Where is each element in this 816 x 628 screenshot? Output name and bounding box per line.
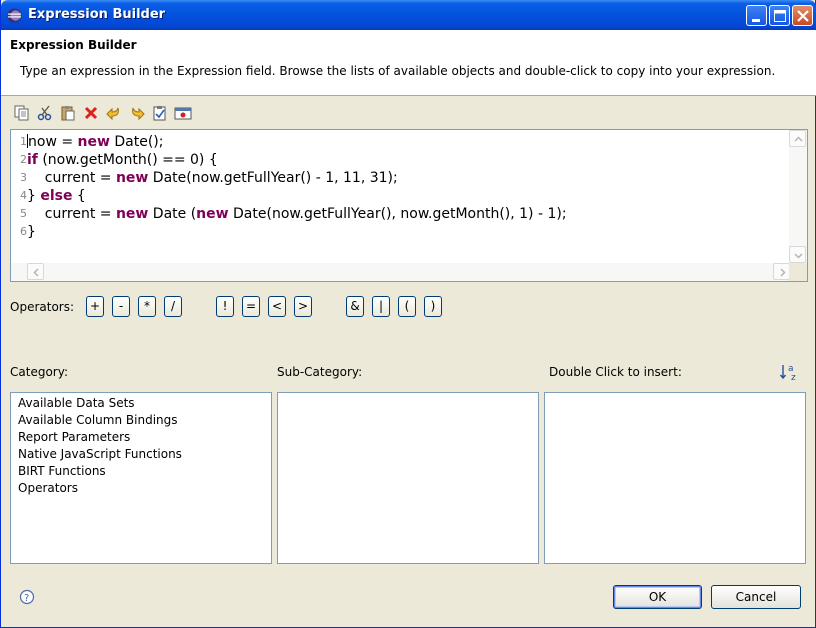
code-line: current = new Date(now.getFullYear() - 1… (27, 169, 567, 187)
list-item[interactable]: Report Parameters (11, 429, 271, 446)
code-text: } (27, 224, 36, 240)
validate-icon[interactable] (151, 104, 169, 122)
code-text: (now.getMonth() == 0) { (37, 152, 218, 168)
dialog-title: Expression Builder (10, 38, 137, 52)
redo-icon[interactable] (128, 104, 146, 122)
code-text: current = (27, 170, 116, 186)
code-text: now = (28, 134, 78, 150)
scroll-down-button[interactable] (789, 246, 806, 263)
expression-code[interactable]: now = new Date(); if (now.getMonth() == 0… (27, 133, 567, 241)
ok-button[interactable]: OK (613, 585, 702, 609)
code-text: } (27, 188, 41, 204)
code-text: Date(now.getFullYear() - 1, 11, 31); (148, 170, 398, 186)
operator-button-or[interactable]: | (372, 296, 390, 317)
close-icon (797, 10, 809, 22)
expression-builder-window: Expression Builder Expression Builder Ty… (0, 0, 816, 628)
vertical-scrollbar[interactable] (789, 130, 807, 263)
maximize-icon (774, 10, 786, 22)
code-keyword: else (40, 188, 73, 204)
operator-button-plus[interactable]: + (86, 296, 104, 317)
copy-icon[interactable] (13, 104, 31, 122)
code-keyword: new (115, 206, 149, 222)
dialog-description: Type an expression in the Expression fie… (20, 64, 776, 78)
delete-icon[interactable] (82, 104, 100, 122)
chevron-left-icon (33, 268, 39, 277)
horizontal-scrollbar[interactable] (11, 263, 790, 281)
title-bar[interactable]: Expression Builder (1, 0, 816, 30)
chevron-down-icon (794, 253, 803, 259)
operator-button-divide[interactable]: / (164, 296, 182, 317)
code-line: } else { (27, 187, 567, 205)
code-text: Date(now.getFullYear(), now.getMonth(), … (228, 206, 567, 222)
operator-button-less-than[interactable]: < (268, 296, 286, 317)
insert-label: Double Click to insert: (549, 365, 682, 379)
chevron-up-icon (794, 136, 803, 142)
operator-button-greater-than[interactable]: > (294, 296, 312, 317)
operator-button-open-paren[interactable]: ( (398, 296, 416, 317)
category-label: Category: (10, 365, 68, 379)
expression-editor[interactable]: 123456 now = new Date(); if (now.getMonth… (10, 129, 808, 282)
code-text: current = (27, 206, 116, 222)
close-button[interactable] (792, 5, 813, 26)
window-title: Expression Builder (28, 7, 166, 22)
code-keyword: if (27, 152, 38, 168)
subcategory-label: Sub-Category: (277, 365, 363, 379)
svg-text:?: ? (24, 593, 29, 604)
category-list[interactable]: Available Data Sets Available Column Bind… (10, 392, 272, 564)
svg-text:z: z (791, 373, 796, 382)
code-line: now = new Date(); (27, 133, 567, 151)
paste-icon[interactable] (59, 104, 77, 122)
list-item[interactable]: Available Column Bindings (11, 412, 271, 429)
subcategory-list[interactable] (277, 392, 539, 564)
operator-button-multiply[interactable]: * (138, 296, 156, 317)
cancel-button[interactable]: Cancel (711, 585, 801, 609)
scroll-left-button[interactable] (27, 263, 44, 280)
operator-button-close-paren[interactable]: ) (424, 296, 442, 317)
code-text: { (72, 188, 86, 204)
minimize-icon (752, 19, 760, 22)
line-number: 5 (20, 207, 27, 220)
operator-button-not[interactable]: ! (216, 296, 234, 317)
cut-icon[interactable] (36, 104, 54, 122)
operator-button-and[interactable]: & (346, 296, 364, 317)
maximize-button[interactable] (769, 5, 790, 26)
code-text: Date ( (148, 206, 197, 222)
code-keyword: new (196, 206, 229, 222)
line-number: 2 (20, 153, 27, 166)
line-number: 4 (20, 189, 27, 202)
preview-icon[interactable] (174, 104, 192, 122)
line-number-gutter: 1 2 3 4 5 6 (11, 133, 27, 241)
list-item[interactable]: Available Data Sets (11, 395, 271, 412)
code-text: Date(); (109, 134, 164, 150)
scrollbar-corner (789, 263, 807, 281)
list-item[interactable]: Native JavaScript Functions (11, 446, 271, 463)
operator-button-minus[interactable]: - (112, 296, 130, 317)
line-number: 1 (20, 135, 27, 148)
minimize-button[interactable] (746, 5, 767, 26)
line-number: 6 (20, 225, 27, 238)
operator-button-equals[interactable]: = (242, 296, 260, 317)
scroll-up-button[interactable] (789, 130, 806, 147)
scroll-right-button[interactable] (773, 263, 790, 280)
code-line: } (27, 223, 567, 241)
code-keyword: new (77, 134, 110, 150)
code-line: current = new Date (new Date(now.getFull… (27, 205, 567, 223)
code-keyword: new (115, 170, 149, 186)
insert-list[interactable] (544, 392, 806, 564)
eclipse-icon (7, 8, 22, 23)
undo-icon[interactable] (105, 104, 123, 122)
help-icon[interactable]: ? (19, 589, 35, 605)
sort-alphabetical-icon[interactable]: a z (779, 362, 799, 382)
operators-label: Operators: (10, 300, 75, 314)
dialog-header: Expression Builder Type an expression in… (1, 30, 816, 96)
code-line: if (now.getMonth() == 0) { (27, 151, 567, 169)
line-number: 3 (20, 171, 27, 184)
list-item[interactable]: BIRT Functions (11, 463, 271, 480)
list-item[interactable]: Operators (11, 480, 271, 497)
